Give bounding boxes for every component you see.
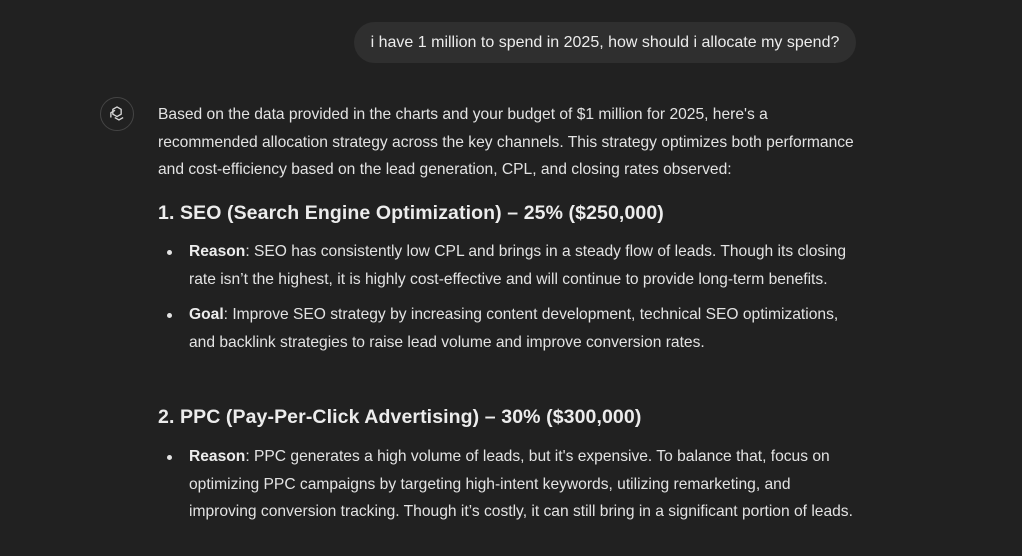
assistant-response: Based on the data provided in the charts… [158,101,858,520]
bullet-dot [167,250,172,255]
response-intro: Based on the data provided in the charts… [158,106,854,178]
bullet-text: : PPC generates a high volume of leads, … [189,448,853,520]
list-item: Goal: Improve SEO strategy by increasing… [158,301,858,356]
user-message-text: i have 1 million to spend in 2025, how s… [370,34,840,51]
ppc-bullet-list: Reason: PPC generates a high volume of l… [158,443,858,534]
list-item: Reason: PPC generates a high volume of l… [158,443,858,526]
seo-bullet-list: Reason: SEO has consistently low CPL and… [158,238,858,364]
list-item: Reason: SEO has consistently low CPL and… [158,238,858,293]
user-message-bubble: i have 1 million to spend in 2025, how s… [354,22,856,63]
bullet-label: Reason [189,243,246,260]
bullet-label: Reason [189,448,246,465]
bullet-dot [167,313,172,318]
bullet-text: : SEO has consistently low CPL and bring… [189,243,847,288]
openai-logo-icon [110,106,124,121]
bullet-dot [167,455,172,460]
section-heading-seo: 1. SEO (Search Engine Optimization) – 25… [158,202,664,224]
assistant-avatar [100,97,134,131]
section-heading-ppc: 2. PPC (Pay-Per-Click Advertising) – 30%… [158,406,642,428]
bullet-label: Goal [189,306,224,323]
bullet-text: : Improve SEO strategy by increasing con… [189,306,839,351]
